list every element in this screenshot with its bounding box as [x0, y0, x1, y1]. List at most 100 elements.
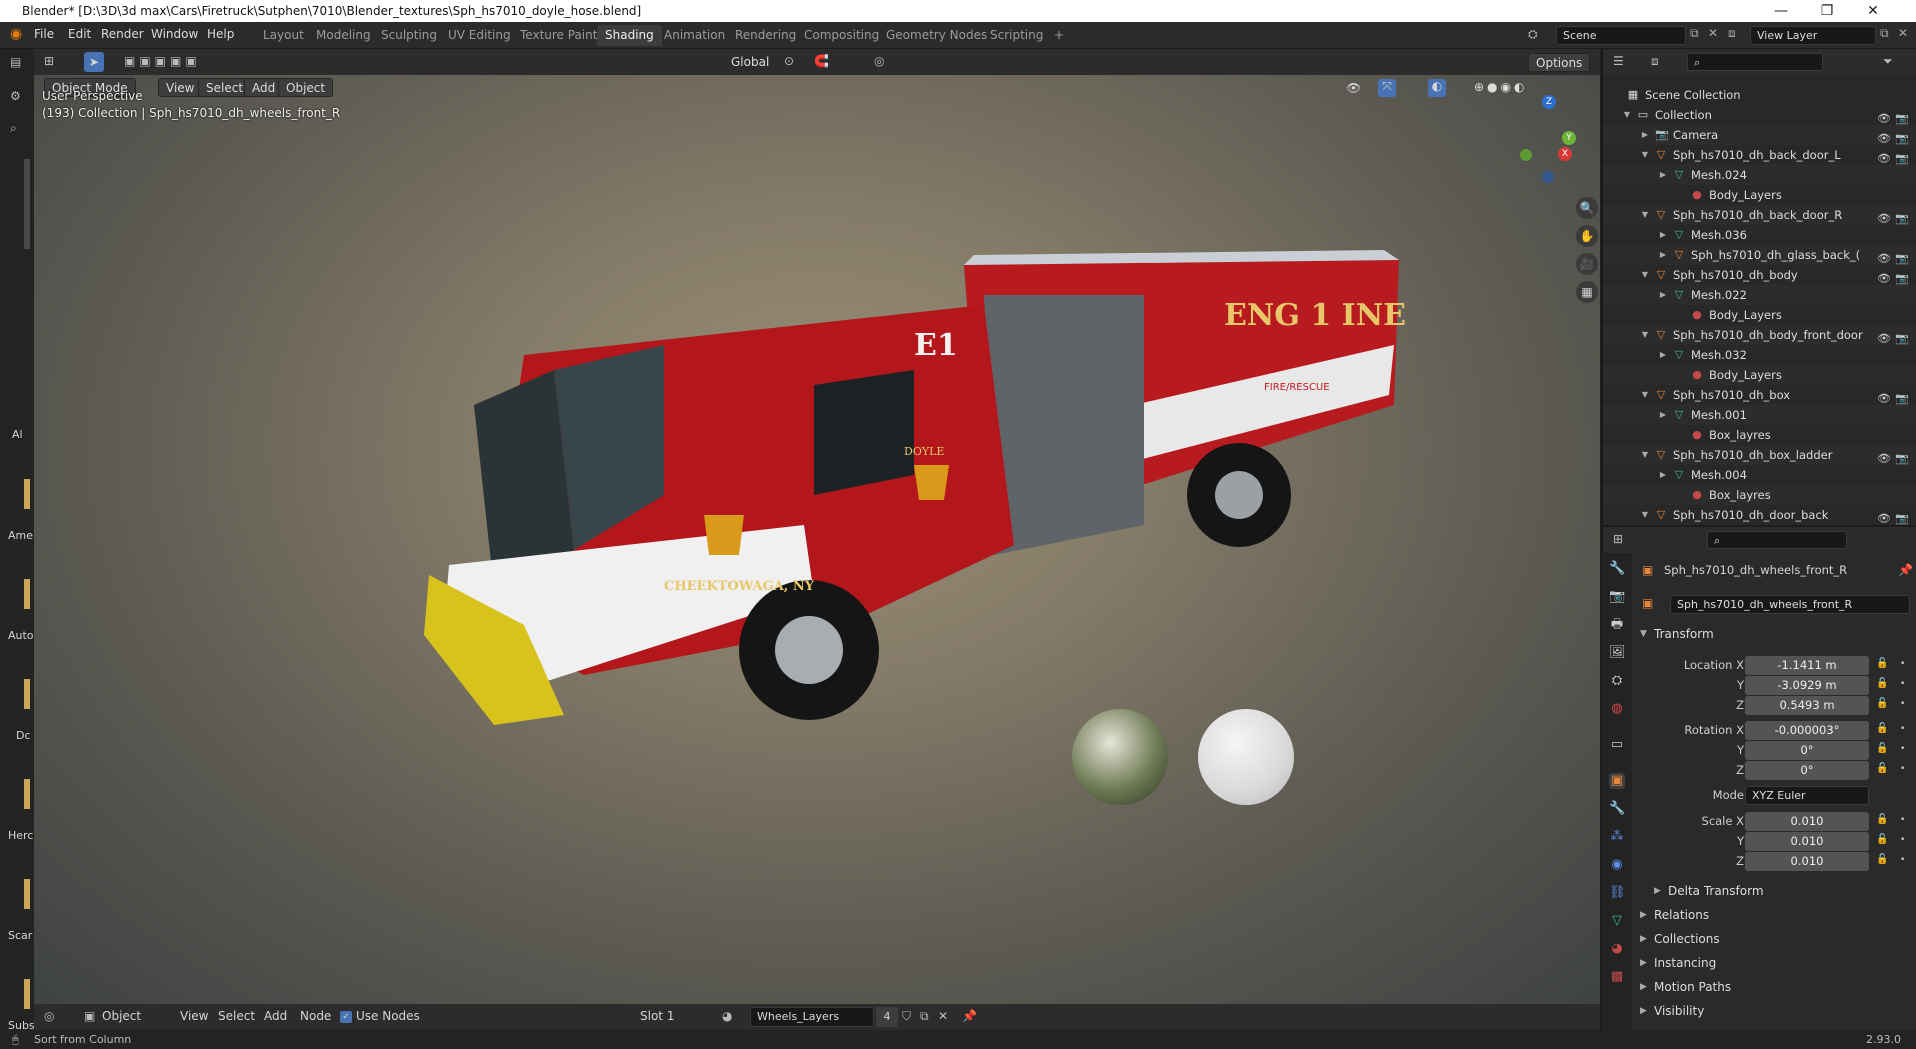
minimize-button[interactable]: — [1758, 0, 1804, 22]
tab-rendering[interactable]: Rendering [727, 25, 804, 46]
lock-icon[interactable]: 🔓 [1876, 834, 1888, 845]
location-x-field[interactable]: -1.1411 m [1745, 656, 1869, 675]
expand-triangle-icon[interactable]: ▶ [1657, 289, 1669, 301]
file-browser-icon[interactable]: ▤ [10, 55, 21, 69]
zoom-icon[interactable]: 🔍 [1576, 197, 1598, 219]
location-z-field[interactable]: 0.5493 m [1745, 696, 1869, 715]
menu-window[interactable]: Window [151, 27, 198, 41]
menu-file[interactable]: File [34, 27, 54, 41]
material-icon[interactable]: ◕ [722, 1009, 732, 1023]
outliner-row[interactable]: ● Body_Layers [1603, 365, 1916, 385]
blender-logo-icon[interactable]: ◉ [10, 26, 22, 42]
outliner-row[interactable]: ▶ ▽ Mesh.024 [1603, 165, 1916, 185]
select-tool-icon[interactable]: ➤ [84, 52, 104, 72]
outliner-editor-icon[interactable]: ☰ [1613, 54, 1624, 68]
tab-sculpting[interactable]: Sculpting [373, 25, 445, 46]
snap-icon[interactable]: 🧲 [814, 54, 829, 68]
expand-triangle-icon[interactable]: ▶ [1657, 469, 1669, 481]
expand-triangle-icon[interactable]: ▼ [1639, 209, 1651, 221]
outliner-search-input[interactable]: ⌕ [1687, 53, 1823, 71]
object-tab-icon[interactable]: ▣ [1609, 773, 1625, 789]
fire-truck-model[interactable]: E1 ENG 1 INE FIRE/RESCUE CHEEKTOWAGA, NY… [224, 195, 1474, 755]
outliner-row[interactable]: ▶ 📷 Camera 👁 📷 [1603, 125, 1916, 145]
pin-icon[interactable]: 📌 [1898, 563, 1913, 577]
view-layer-icon[interactable]: ⧈ [1728, 26, 1736, 41]
material-name-field[interactable]: Wheels_Layers [750, 1007, 874, 1027]
outliner-row[interactable]: ● Box_layres [1603, 425, 1916, 445]
new-view-layer-icon[interactable]: ⧉ [1880, 26, 1889, 41]
expand-triangle-icon[interactable]: ▼ [1639, 329, 1651, 341]
scale-x-field[interactable]: 0.010 [1745, 812, 1869, 831]
panel-collections[interactable]: ▶ Collections [1632, 928, 1916, 950]
camera-view-icon[interactable]: 🎥 [1576, 253, 1598, 275]
object-type-icon[interactable]: ▣ [84, 1009, 95, 1023]
keyframe-dot-icon[interactable]: • [1900, 744, 1905, 754]
panel-visibility[interactable]: ▶ Visibility [1632, 1000, 1916, 1022]
slot-dropdown[interactable]: Slot 1 [640, 1009, 674, 1023]
panel-motion-paths[interactable]: ▶ Motion Paths [1632, 976, 1916, 998]
outliner-row[interactable]: ▶ ▽ Mesh.004 [1603, 465, 1916, 485]
delta-transform-header[interactable]: ▶ Delta Transform [1632, 880, 1916, 902]
keyframe-dot-icon[interactable]: • [1900, 835, 1905, 845]
overlay-toggle-icon[interactable]: ◐ [1428, 79, 1446, 97]
navigation-gizmo[interactable]: Z Y X [1502, 95, 1592, 185]
expand-triangle-icon[interactable]: ▼ [1639, 149, 1651, 161]
editor-type-icon[interactable]: ◎ [44, 1009, 54, 1023]
node-select-menu[interactable]: Select [218, 1009, 255, 1023]
outliner-row[interactable]: ▶ ▽ Mesh.036 [1603, 225, 1916, 245]
panel-relations[interactable]: ▶ Relations [1632, 904, 1916, 926]
material-tab-icon[interactable]: ◕ [1609, 941, 1625, 957]
gizmo-toggle-icon[interactable]: ⤧ [1378, 79, 1396, 97]
scene-tab-icon[interactable]: ⛭ [1609, 673, 1625, 689]
expand-triangle-icon[interactable]: ▼ [1639, 509, 1651, 521]
outliner-row[interactable]: ▼ ▽ Sph_hs7010_dh_door_back 👁 📷 [1603, 505, 1916, 525]
properties-editor-icon[interactable]: ⊞ [1613, 532, 1623, 546]
rotation-x-field[interactable]: -0.000003° [1745, 721, 1869, 740]
render-visibility-icon[interactable]: 📷 [1895, 509, 1909, 529]
scrollbar[interactable] [24, 159, 30, 249]
tab-shading[interactable]: Shading [597, 25, 662, 46]
visibility-eye-icon[interactable]: 👁 [1877, 509, 1891, 529]
tab-texture-paint[interactable]: Texture Paint [512, 25, 605, 46]
gizmo-y-axis[interactable]: Y [1562, 131, 1576, 145]
tool-tab-icon[interactable]: 🔧 [1609, 561, 1625, 577]
scene-collection-row[interactable]: ▦ Scene Collection [1603, 85, 1916, 105]
outliner-row[interactable]: ▼ ▽ Sph_hs7010_dh_body 👁 📷 [1603, 265, 1916, 285]
3d-viewport[interactable]: Object Mode View Select Add Object 👁 ⤧ ◐… [34, 75, 1600, 1004]
view-layer-tab-icon[interactable]: 🖼 [1609, 645, 1626, 661]
texture-tab-icon[interactable]: ▩ [1609, 969, 1625, 985]
object-data-icon[interactable]: ▣ [1642, 596, 1653, 610]
tab-uv-editing[interactable]: UV Editing [440, 25, 519, 46]
rotation-mode-dropdown[interactable]: XYZ Euler [1745, 786, 1869, 805]
gizmo-neg-z[interactable] [1542, 171, 1554, 183]
lock-icon[interactable]: 🔓 [1876, 814, 1888, 825]
outliner-row[interactable]: ● Body_Layers [1603, 185, 1916, 205]
add-workspace-button[interactable]: + [1046, 25, 1072, 46]
menu-render[interactable]: Render [101, 27, 144, 41]
expand-triangle-icon[interactable]: ▼ [1639, 269, 1651, 281]
keyframe-dot-icon[interactable]: • [1900, 724, 1905, 734]
delete-scene-icon[interactable]: ✕ [1708, 26, 1718, 40]
shader-type-dropdown[interactable]: Object [102, 1009, 141, 1023]
pan-hand-icon[interactable]: ✋ [1576, 225, 1598, 247]
options-dropdown[interactable]: Options [1528, 53, 1591, 72]
scale-z-field[interactable]: 0.010 [1745, 852, 1869, 871]
orientation-dropdown[interactable]: Global [724, 53, 777, 72]
outliner-row[interactable]: ▼ ▽ Sph_hs7010_dh_box_ladder 👁 📷 [1603, 445, 1916, 465]
node-node-menu[interactable]: Node [300, 1009, 331, 1023]
search-icon[interactable]: ⌕ [10, 121, 17, 136]
location-y-field[interactable]: -3.0929 m [1745, 676, 1869, 695]
outliner-row[interactable]: ▼ ▭ Collection 👁 📷 [1603, 105, 1916, 125]
expand-triangle-icon[interactable]: ▼ [1639, 389, 1651, 401]
outliner-row[interactable]: ▼ ▽ Sph_hs7010_dh_back_door_L 👁 📷 [1603, 145, 1916, 165]
keyframe-dot-icon[interactable]: • [1900, 699, 1905, 709]
outliner-row[interactable]: ▼ ▽ Sph_hs7010_dh_box 👁 📷 [1603, 385, 1916, 405]
unlink-icon[interactable]: ✕ [938, 1009, 948, 1023]
tab-modeling[interactable]: Modeling [308, 25, 379, 46]
panel-instancing[interactable]: ▶ Instancing [1632, 952, 1916, 974]
close-button[interactable]: ✕ [1850, 0, 1896, 22]
duplicate-icon[interactable]: ⧉ [920, 1009, 929, 1024]
outliner-row[interactable]: ▶ ▽ Mesh.001 [1603, 405, 1916, 425]
constraints-tab-icon[interactable]: ⛓ [1609, 885, 1626, 901]
outliner-row[interactable]: ▼ ▽ Sph_hs7010_dh_back_door_R 👁 📷 [1603, 205, 1916, 225]
